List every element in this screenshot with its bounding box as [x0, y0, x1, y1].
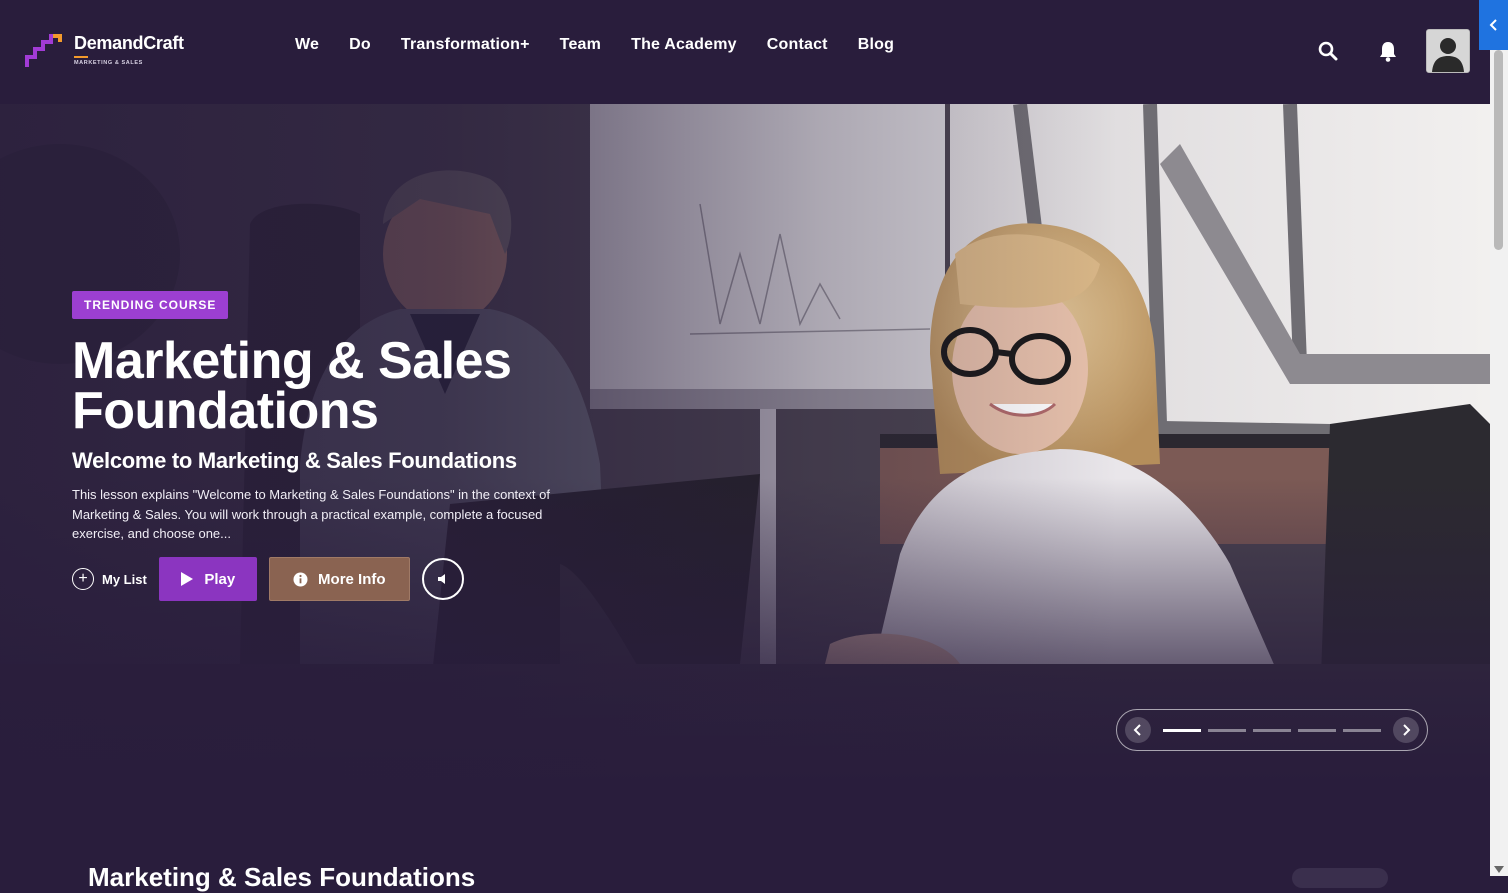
- logo-mark-icon: [25, 34, 62, 67]
- hero-banner: TRENDING COURSE Marketing & Sales Founda…: [0, 104, 1490, 784]
- scroll-down-arrow-icon[interactable]: [1494, 866, 1504, 873]
- mute-toggle-button[interactable]: [421, 558, 464, 600]
- user-avatar[interactable]: [1426, 29, 1470, 73]
- brand-logo[interactable]: DemandCraft MARKETING & SALES: [24, 33, 184, 71]
- slide-indicator-3[interactable]: [1253, 728, 1291, 732]
- nav-we[interactable]: We: [280, 36, 334, 54]
- hero-title: Marketing & Sales Foundations: [72, 332, 512, 440]
- nav-do[interactable]: Do: [334, 36, 386, 54]
- nav-transformation[interactable]: Transformation+: [386, 36, 545, 54]
- play-icon: [181, 572, 194, 586]
- hero-subtitle: Welcome to Marketing & Sales Foundations: [72, 448, 517, 473]
- notifications-button[interactable]: [1366, 29, 1410, 73]
- next-slide-button[interactable]: [1393, 717, 1419, 743]
- slide-indicator-5[interactable]: [1343, 728, 1381, 732]
- plus-icon: +: [72, 568, 94, 590]
- more-info-button[interactable]: More Info: [268, 557, 410, 601]
- info-icon: [293, 572, 308, 586]
- page-scrollbar[interactable]: [1490, 50, 1508, 876]
- nav-contact[interactable]: Contact: [752, 36, 843, 54]
- chevron-right-icon: [1403, 724, 1411, 736]
- collapse-panel-tab[interactable]: [1479, 0, 1508, 50]
- nav-blog[interactable]: Blog: [843, 36, 909, 54]
- nav-team[interactable]: Team: [545, 36, 616, 54]
- slide-pager: [1116, 709, 1428, 751]
- my-list-button[interactable]: + My List: [72, 568, 147, 590]
- header-actions: [1290, 29, 1470, 73]
- my-list-label: My List: [102, 571, 147, 587]
- hero-gradient-overlay: [0, 104, 1490, 784]
- search-button[interactable]: [1306, 29, 1350, 73]
- chevron-left-icon: [1489, 19, 1497, 31]
- previous-slide-button[interactable]: [1125, 717, 1151, 743]
- play-button[interactable]: Play: [158, 557, 257, 601]
- scrollbar-thumb[interactable]: [1494, 50, 1503, 250]
- user-avatar-icon: [1427, 30, 1469, 72]
- nav-academy[interactable]: The Academy: [616, 36, 752, 54]
- slide-indicator-2[interactable]: [1208, 728, 1246, 732]
- top-navigation: DemandCraft MARKETING & SALES We Do Tran…: [0, 0, 1490, 104]
- brand-underline: [74, 56, 88, 58]
- section-control-pill[interactable]: [1292, 868, 1388, 888]
- chevron-left-icon: [1133, 724, 1141, 736]
- brand-tagline: MARKETING & SALES: [74, 60, 143, 66]
- slide-indicator-1[interactable]: [1163, 728, 1201, 732]
- brand-name: DemandCraft: [74, 33, 184, 53]
- slide-indicators: [1151, 728, 1393, 732]
- section-heading: Marketing & Sales Foundations: [88, 862, 476, 892]
- more-info-label: More Info: [318, 570, 386, 588]
- bell-icon: [1380, 42, 1396, 62]
- search-icon: [1318, 41, 1338, 61]
- play-label: Play: [204, 570, 236, 588]
- trending-badge: TRENDING COURSE: [72, 291, 229, 319]
- hero-description: This lesson explains "Welcome to Marketi…: [72, 487, 550, 541]
- main-nav: We Do Transformation+ Team The Academy C…: [280, 36, 909, 54]
- slide-indicator-4[interactable]: [1298, 728, 1336, 732]
- speaker-muted-icon: [437, 574, 445, 584]
- hero-actions: + My List Play More Info: [72, 557, 464, 601]
